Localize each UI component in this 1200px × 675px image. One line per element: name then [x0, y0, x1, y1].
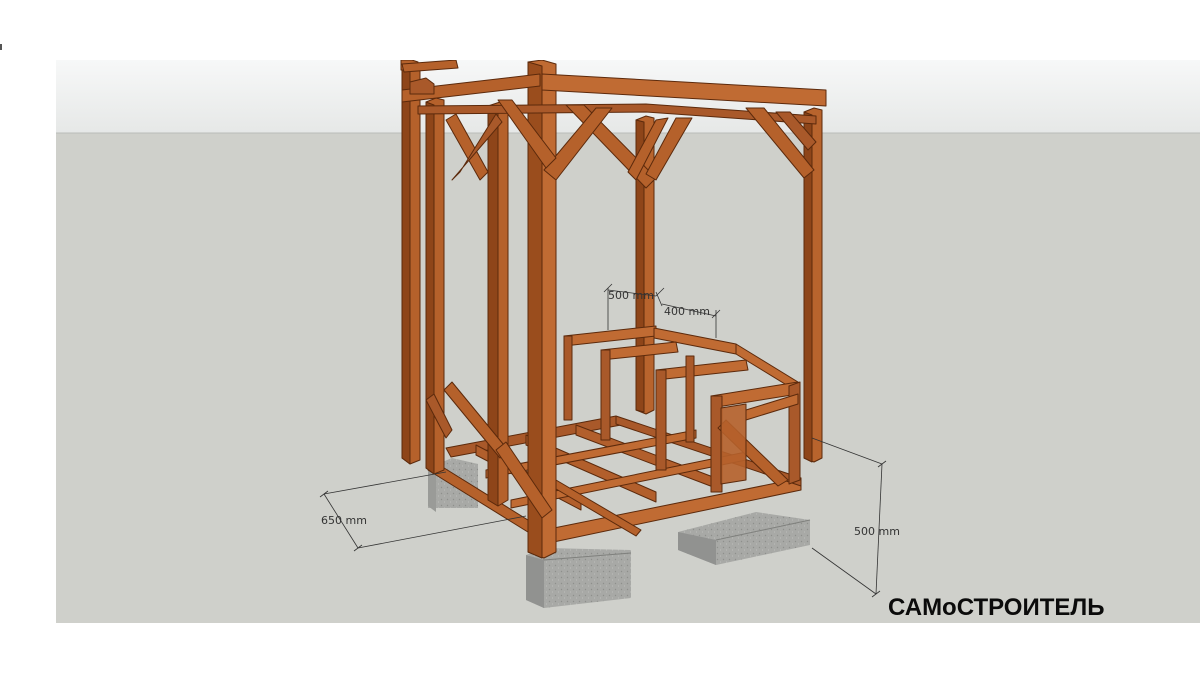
seat-frame-inner-1-post: [600, 349, 611, 441]
dim-label-top-depth: 400 mm: [664, 305, 710, 318]
brand-watermark: САМоСТРОИТЕЛЬ: [888, 594, 1105, 621]
sky: [56, 60, 1200, 133]
dim-label-height: 500 mm: [854, 525, 900, 538]
corner-mark: [0, 44, 2, 50]
dim-label-base-depth: 650 mm: [321, 514, 367, 527]
dim-label-top-width: 500 mm: [608, 289, 654, 302]
model-viewport[interactable]: 500 mm 400 mm 650 mm 500 mm: [56, 60, 1200, 623]
seat-mid-post: [685, 355, 695, 443]
seat-frame-back-post: [563, 335, 573, 421]
frame-model: 500 mm 400 mm 650 mm 500 mm: [56, 60, 1200, 623]
ground: [56, 133, 1200, 623]
seat-frame-inner-2-post: [655, 369, 667, 471]
seat-frame-front-post: [710, 395, 723, 493]
seat-inner-frame-front: [720, 403, 747, 485]
